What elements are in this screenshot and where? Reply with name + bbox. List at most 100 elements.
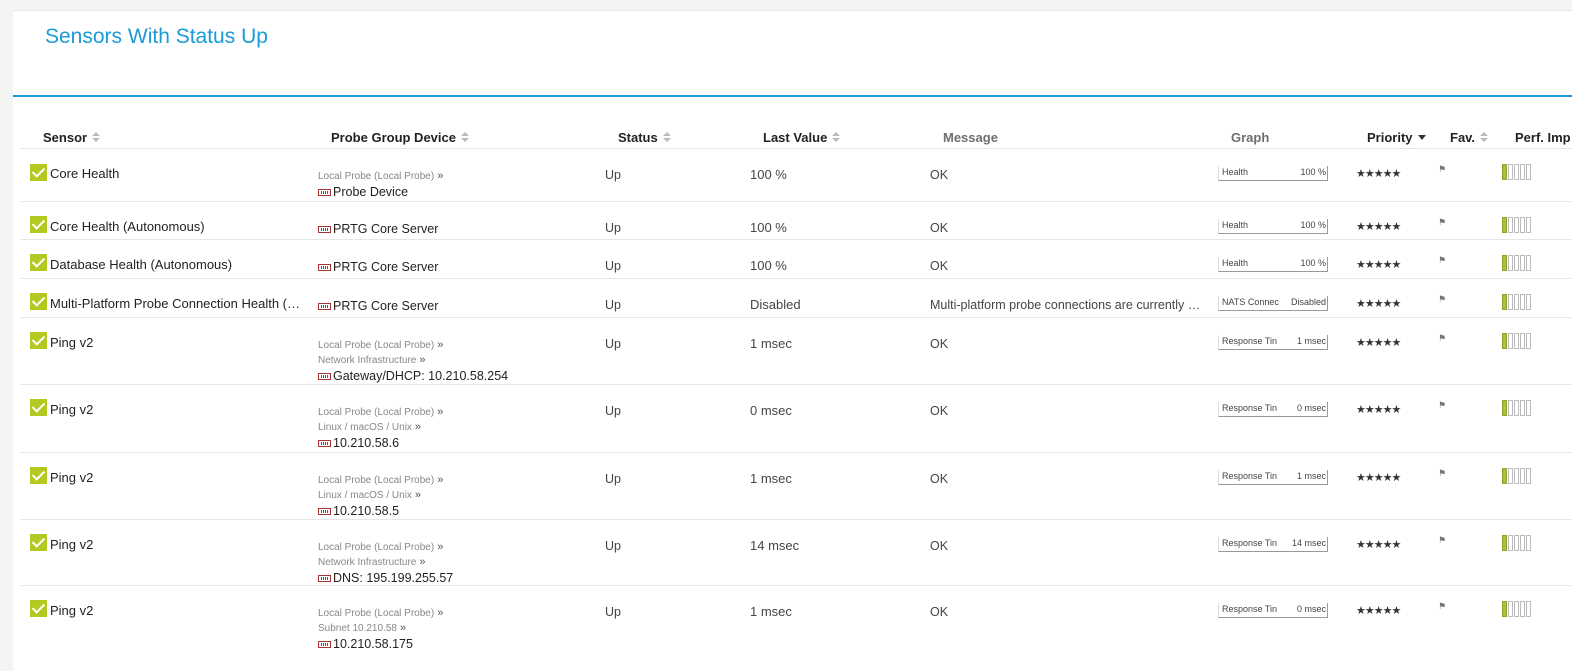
breadcrumb[interactable]: Local Probe (Local Probe)» [318, 606, 443, 621]
sensor-name-link[interactable]: Ping v2 [50, 335, 93, 350]
col-header-perf-impact[interactable]: Perf. Imp [1515, 130, 1571, 145]
table-row[interactable]: Core Health Local Probe (Local Probe)» Pro… [20, 148, 1572, 202]
priority-stars[interactable]: ★★★★★ [1356, 538, 1401, 551]
breadcrumb[interactable]: Subnet 10.210.58» [318, 621, 443, 636]
message-text: OK [930, 337, 949, 351]
device-name: 10.210.58.5 [333, 504, 400, 518]
breadcrumb[interactable]: Network Infrastructure» [318, 353, 508, 368]
breadcrumb[interactable]: Local Probe (Local Probe)» [318, 473, 443, 488]
status-text: Up [605, 539, 621, 553]
table-row[interactable]: Core Health (Autonomous) PRTG Core Server… [20, 201, 1572, 240]
flag-icon[interactable]: ⚑ [1438, 255, 1446, 266]
col-header-probe-group-device[interactable]: Probe Group Device [331, 130, 469, 145]
priority-stars[interactable]: ★★★★★ [1356, 403, 1401, 416]
perf-impact-bar [1502, 255, 1531, 271]
probe-group-device: PRTG Core Server [318, 221, 438, 237]
sensor-name-link[interactable]: Ping v2 [50, 537, 93, 552]
breadcrumb[interactable]: Local Probe (Local Probe)» [318, 540, 453, 555]
flag-icon[interactable]: ⚑ [1438, 333, 1446, 344]
table-row[interactable]: Ping v2 Local Probe (Local Probe)» Subnet … [20, 585, 1572, 656]
probe-group-device: Local Probe (Local Probe)» Network Infras… [318, 338, 508, 384]
priority-stars[interactable]: ★★★★★ [1356, 471, 1401, 484]
flag-icon[interactable]: ⚑ [1438, 164, 1446, 175]
mini-graph[interactable]: Response Tin 14 msec [1218, 537, 1328, 552]
col-header-priority[interactable]: Priority [1367, 130, 1426, 145]
sensor-name-link[interactable]: Core Health (Autonomous) [50, 219, 205, 234]
breadcrumb[interactable]: Network Infrastructure» [318, 555, 453, 570]
mini-graph[interactable]: NATS Connec Disabled [1218, 296, 1328, 311]
table-row[interactable]: Multi-Platform Probe Connection Health (… [20, 278, 1572, 318]
priority-stars[interactable]: ★★★★★ [1356, 167, 1401, 180]
device-link[interactable]: PRTG Core Server [318, 259, 438, 275]
flag-icon[interactable]: ⚑ [1438, 294, 1446, 305]
device-name: PRTG Core Server [333, 299, 439, 313]
mini-graph[interactable]: Health 100 % [1218, 219, 1328, 234]
flag-icon[interactable]: ⚑ [1438, 400, 1446, 411]
device-link[interactable]: 10.210.58.6 [318, 435, 443, 451]
col-header-priority-label: Priority [1367, 130, 1413, 145]
message-text: OK [930, 605, 949, 619]
table-row[interactable]: Database Health (Autonomous) PRTG Core Se… [20, 239, 1572, 279]
priority-stars[interactable]: ★★★★★ [1356, 297, 1401, 310]
col-header-status[interactable]: Status [618, 130, 671, 145]
sensor-name-link[interactable]: Ping v2 [50, 470, 93, 485]
mini-graph[interactable]: Response Tin 0 msec [1218, 402, 1328, 417]
breadcrumb[interactable]: Linux / macOS / Unix» [318, 420, 443, 435]
mini-graph[interactable]: Response Tin 1 msec [1218, 335, 1328, 350]
mini-graph[interactable]: Health 100 % [1218, 166, 1328, 181]
device-icon [318, 640, 331, 648]
table-row[interactable]: Ping v2 Local Probe (Local Probe)» Network… [20, 317, 1572, 385]
breadcrumb-label: Local Probe (Local Probe) [318, 542, 435, 553]
col-header-fav[interactable]: Fav. [1450, 130, 1489, 145]
status-text: Up [605, 605, 621, 619]
table-row[interactable]: Ping v2 Local Probe (Local Probe)» Linux /… [20, 452, 1572, 520]
device-link[interactable]: DNS: 195.199.255.57 [318, 570, 453, 586]
breadcrumb[interactable]: Local Probe (Local Probe)» [318, 405, 443, 420]
mini-graph[interactable]: Health 100 % [1218, 257, 1328, 272]
breadcrumb-label: Network Infrastructure [318, 355, 417, 366]
device-link[interactable]: PRTG Core Server [318, 298, 438, 314]
col-header-last-value[interactable]: Last Value [763, 130, 841, 145]
chevron-right-icon: » [414, 489, 422, 501]
sensor-name-link[interactable]: Multi-Platform Probe Connection Health (… [50, 296, 300, 311]
device-link[interactable]: Gateway/DHCP: 10.210.58.254 [318, 368, 508, 384]
priority-stars[interactable]: ★★★★★ [1356, 258, 1401, 271]
col-header-message-label: Message [943, 130, 998, 145]
flag-icon[interactable]: ⚑ [1438, 468, 1446, 479]
status-text: Up [605, 404, 621, 418]
mini-graph[interactable]: Response Tin 1 msec [1218, 470, 1328, 485]
mini-graph[interactable]: Response Tin 0 msec [1218, 603, 1328, 618]
device-link[interactable]: PRTG Core Server [318, 221, 438, 237]
sensor-name-link[interactable]: Ping v2 [50, 402, 93, 417]
status-text: Up [605, 221, 621, 235]
flag-icon[interactable]: ⚑ [1438, 535, 1446, 546]
graph-value: 14 msec [1291, 538, 1326, 548]
sensor-name-link[interactable]: Database Health (Autonomous) [50, 257, 232, 272]
flag-icon[interactable]: ⚑ [1438, 601, 1446, 612]
probe-group-device: PRTG Core Server [318, 259, 438, 275]
device-icon [318, 507, 331, 515]
col-header-message: Message [943, 130, 998, 145]
device-link[interactable]: Probe Device [318, 184, 443, 200]
last-value: Disabled [750, 297, 801, 312]
check-icon [30, 293, 47, 310]
priority-stars[interactable]: ★★★★★ [1356, 220, 1401, 233]
priority-stars[interactable]: ★★★★★ [1356, 336, 1401, 349]
device-icon [318, 225, 331, 233]
sensor-name-link[interactable]: Core Health [50, 166, 119, 181]
chevron-right-icon: » [414, 421, 422, 433]
check-icon [30, 467, 47, 484]
breadcrumb[interactable]: Local Probe (Local Probe)» [318, 338, 508, 353]
device-link[interactable]: 10.210.58.5 [318, 503, 443, 519]
table-row[interactable]: Ping v2 Local Probe (Local Probe)» Linux /… [20, 384, 1572, 453]
breadcrumb[interactable]: Linux / macOS / Unix» [318, 488, 443, 503]
sensor-name-link[interactable]: Ping v2 [50, 603, 93, 618]
col-header-graph-label: Graph [1231, 130, 1270, 145]
table-row[interactable]: Ping v2 Local Probe (Local Probe)» Network… [20, 519, 1572, 586]
priority-stars[interactable]: ★★★★★ [1356, 604, 1401, 617]
col-header-sensor[interactable]: Sensor [43, 130, 101, 145]
breadcrumb[interactable]: Local Probe (Local Probe)» [318, 169, 443, 184]
flag-icon[interactable]: ⚑ [1438, 217, 1446, 228]
status-text: Up [605, 259, 621, 273]
device-link[interactable]: 10.210.58.175 [318, 636, 443, 652]
